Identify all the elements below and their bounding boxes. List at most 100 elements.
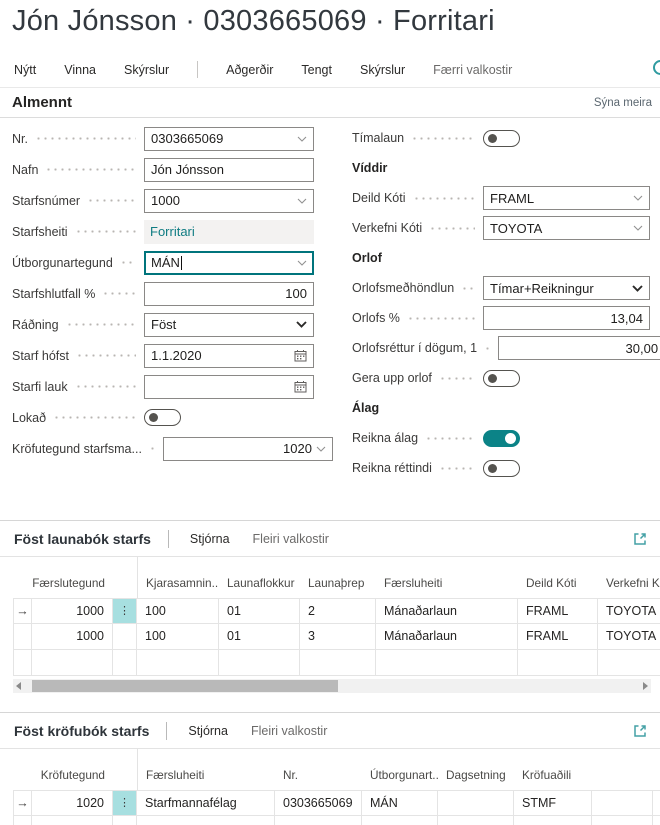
table-cell[interactable] (438, 816, 514, 825)
table-cell[interactable]: TOYOTA (598, 598, 660, 624)
show-more-link[interactable]: Sýna meira (594, 97, 652, 109)
column-header[interactable]: Nr. (275, 749, 362, 790)
starfshlutfall-input[interactable]: 100 (144, 282, 314, 306)
column-header[interactable]: Kjarasamnin... (137, 557, 219, 598)
row-selector-cell[interactable] (13, 650, 32, 676)
column-header[interactable]: Færsluheiti (376, 557, 518, 598)
table-cell[interactable]: FRAML (518, 598, 598, 624)
table-cell[interactable] (137, 816, 275, 825)
nr-combobox[interactable]: 0303665069 (144, 127, 314, 151)
reikna-alag-toggle[interactable] (483, 430, 520, 447)
menu-skyrslur-2[interactable]: Skýrslur (360, 63, 405, 77)
radning-select[interactable]: Föst (144, 313, 314, 337)
table-cell[interactable] (32, 650, 113, 676)
menu-adgerdir[interactable]: Aðgerðir (226, 63, 273, 77)
row-selector-cell[interactable]: → (13, 598, 32, 624)
verkefni-koti-combobox[interactable]: TOYOTA (483, 216, 650, 240)
table-cell[interactable] (219, 650, 300, 676)
krofutegund-starfsma-combobox[interactable]: 1020 (163, 437, 333, 461)
column-header[interactable]: Færsluheiti (137, 749, 275, 790)
chevron-down-icon[interactable] (297, 260, 307, 266)
starfsnumer-combobox[interactable]: 1000 (144, 189, 314, 213)
expand-icon[interactable] (633, 724, 647, 738)
nafn-input[interactable]: Jón Jónsson (144, 158, 314, 182)
table-cell[interactable]: 2 (300, 598, 376, 624)
row-menu-cell[interactable] (113, 650, 137, 676)
orlofsmedhondlun-select[interactable]: Tímar+Reikningur (483, 276, 650, 300)
calendar-icon[interactable] (294, 380, 307, 393)
calendar-icon[interactable] (294, 349, 307, 362)
krofubok-fleiri-valkostir-button[interactable]: Fleiri valkostir (251, 724, 327, 738)
timalaun-toggle[interactable] (483, 130, 520, 147)
utborgunartegund-combobox[interactable]: MÁN (144, 251, 314, 275)
scroll-left-arrow[interactable] (16, 682, 21, 690)
column-header[interactable]: Færslutegund (32, 557, 113, 598)
table-cell[interactable]: 01 (219, 598, 300, 624)
krofubok-stjorna-button[interactable]: Stjórna (188, 724, 228, 738)
horizontal-scrollbar[interactable] (13, 679, 651, 693)
expand-icon[interactable] (633, 532, 647, 546)
table-cell[interactable] (300, 650, 376, 676)
chevron-down-icon[interactable] (297, 198, 307, 204)
orlofs-pct-input[interactable]: 13,04 (483, 306, 650, 330)
chevron-down-icon[interactable] (632, 285, 643, 292)
table-cell[interactable]: 1000 (32, 624, 113, 650)
row-selector-cell[interactable]: → (13, 790, 32, 816)
table-cell[interactable]: 1020 (32, 790, 113, 816)
column-header[interactable]: Verkefni Kóti (598, 557, 660, 598)
column-header[interactable]: Útborgunart... (362, 749, 438, 790)
column-header[interactable]: Eini (653, 749, 660, 790)
table-cell[interactable]: 0303665069 (275, 790, 362, 816)
orlofsrettur-input[interactable]: 30,00 (498, 336, 660, 360)
menu-nytt[interactable]: Nýtt (14, 63, 36, 77)
chevron-down-icon[interactable] (633, 195, 643, 201)
table-cell[interactable] (137, 650, 219, 676)
row-menu-cell[interactable] (113, 816, 137, 825)
column-header[interactable]: Launaþrep (300, 557, 376, 598)
table-cell[interactable]: FRAML (518, 624, 598, 650)
scrollbar-thumb[interactable] (32, 680, 338, 692)
card-launabok-title[interactable]: Föst launabók starfs (14, 531, 151, 547)
menu-tengt[interactable]: Tengt (301, 63, 332, 77)
column-header[interactable]: Kröfutegund (32, 749, 113, 790)
column-header[interactable]: Kröfuaðili (514, 749, 592, 790)
table-cell[interactable] (518, 650, 598, 676)
row-menu-cell[interactable] (113, 624, 137, 650)
row-menu-cell[interactable]: ⋮ (113, 790, 137, 816)
gera-upp-orlof-toggle[interactable] (483, 370, 520, 387)
table-cell[interactable] (653, 790, 660, 816)
table-cell[interactable] (592, 790, 653, 816)
table-cell[interactable]: MÁN (362, 790, 438, 816)
table-cell[interactable] (32, 816, 113, 825)
launabok-fleiri-valkostir-button[interactable]: Fleiri valkostir (253, 532, 329, 546)
launabok-stjorna-button[interactable]: Stjórna (190, 532, 230, 546)
starfi-lauk-datefield[interactable] (144, 375, 314, 399)
starf-hofst-datefield[interactable]: 1.1.2020 (144, 344, 314, 368)
reikna-rettindi-toggle[interactable] (483, 460, 520, 477)
row-selector-cell[interactable] (13, 624, 32, 650)
table-cell[interactable] (514, 816, 592, 825)
table-cell[interactable]: 01 (219, 624, 300, 650)
chevron-down-icon[interactable] (297, 136, 307, 142)
table-cell[interactable]: 100 (137, 624, 219, 650)
table-cell[interactable]: 3 (300, 624, 376, 650)
section-title[interactable]: Almennt (12, 94, 72, 111)
table-cell[interactable]: STMF (514, 790, 592, 816)
scroll-right-arrow[interactable] (643, 682, 648, 690)
table-cell[interactable]: Mánaðarlaun (376, 598, 518, 624)
table-cell[interactable] (275, 816, 362, 825)
lokad-toggle[interactable] (144, 409, 181, 426)
table-cell[interactable] (438, 790, 514, 816)
chevron-down-icon[interactable] (633, 225, 643, 231)
table-cell[interactable]: Mánaðarlaun (376, 624, 518, 650)
column-header[interactable]: Dagsetning (438, 749, 514, 790)
table-cell[interactable] (598, 650, 660, 676)
menu-skyrslur[interactable]: Skýrslur (124, 63, 169, 77)
table-cell[interactable]: 100 (137, 598, 219, 624)
deild-koti-combobox[interactable]: FRAML (483, 186, 650, 210)
table-cell[interactable]: 1000 (32, 598, 113, 624)
column-header[interactable]: Deild Kóti (518, 557, 598, 598)
menu-vinna[interactable]: Vinna (64, 63, 96, 77)
table-cell[interactable] (362, 816, 438, 825)
row-menu-cell[interactable]: ⋮ (113, 598, 137, 624)
